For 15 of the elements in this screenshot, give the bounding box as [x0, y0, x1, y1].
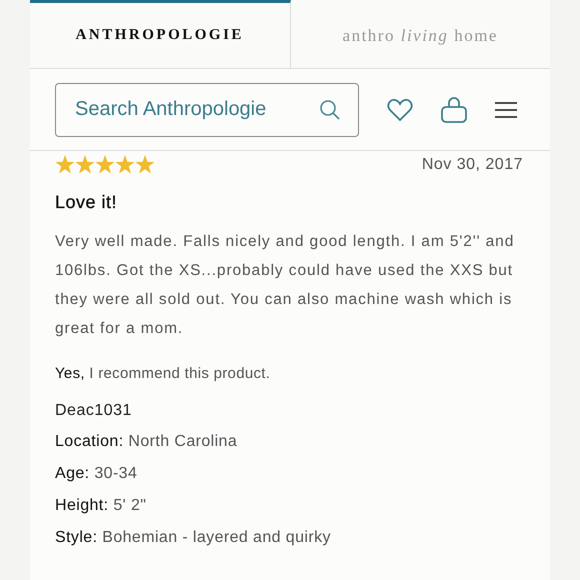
- review-title: Love it!: [55, 192, 118, 213]
- reviewer-name: Deac1031: [55, 402, 133, 420]
- search-icon[interactable]: [319, 98, 341, 120]
- reviewer-detail: Style: Bohemian - layered and quirky: [55, 528, 332, 548]
- search-field[interactable]: Search Anthropologie: [55, 82, 359, 136]
- reviewer-detail: Location: North Carolina: [55, 432, 238, 452]
- reviewer-detail: Height: 5' 2": [55, 496, 148, 516]
- recommendation-text: Yes, I recommend this product.: [55, 365, 272, 382]
- brand-tab[interactable]: ANTHROPOLOGIE: [30, 0, 290, 68]
- bag-icon[interactable]: [441, 96, 467, 122]
- review-text: Very well made. Falls nicely and good length. I am 5'2'' and 106lbs. Got the XS...probably could have used the XXS but they were all sold out. You can also machine wash which is great for a mom.: [55, 232, 516, 339]
- heart-icon[interactable]: [387, 98, 413, 120]
- menu-icon[interactable]: [495, 102, 517, 118]
- review-date: Nov 30, 2017: [422, 156, 523, 174]
- reviewer-detail: Age: 30-34: [55, 464, 138, 484]
